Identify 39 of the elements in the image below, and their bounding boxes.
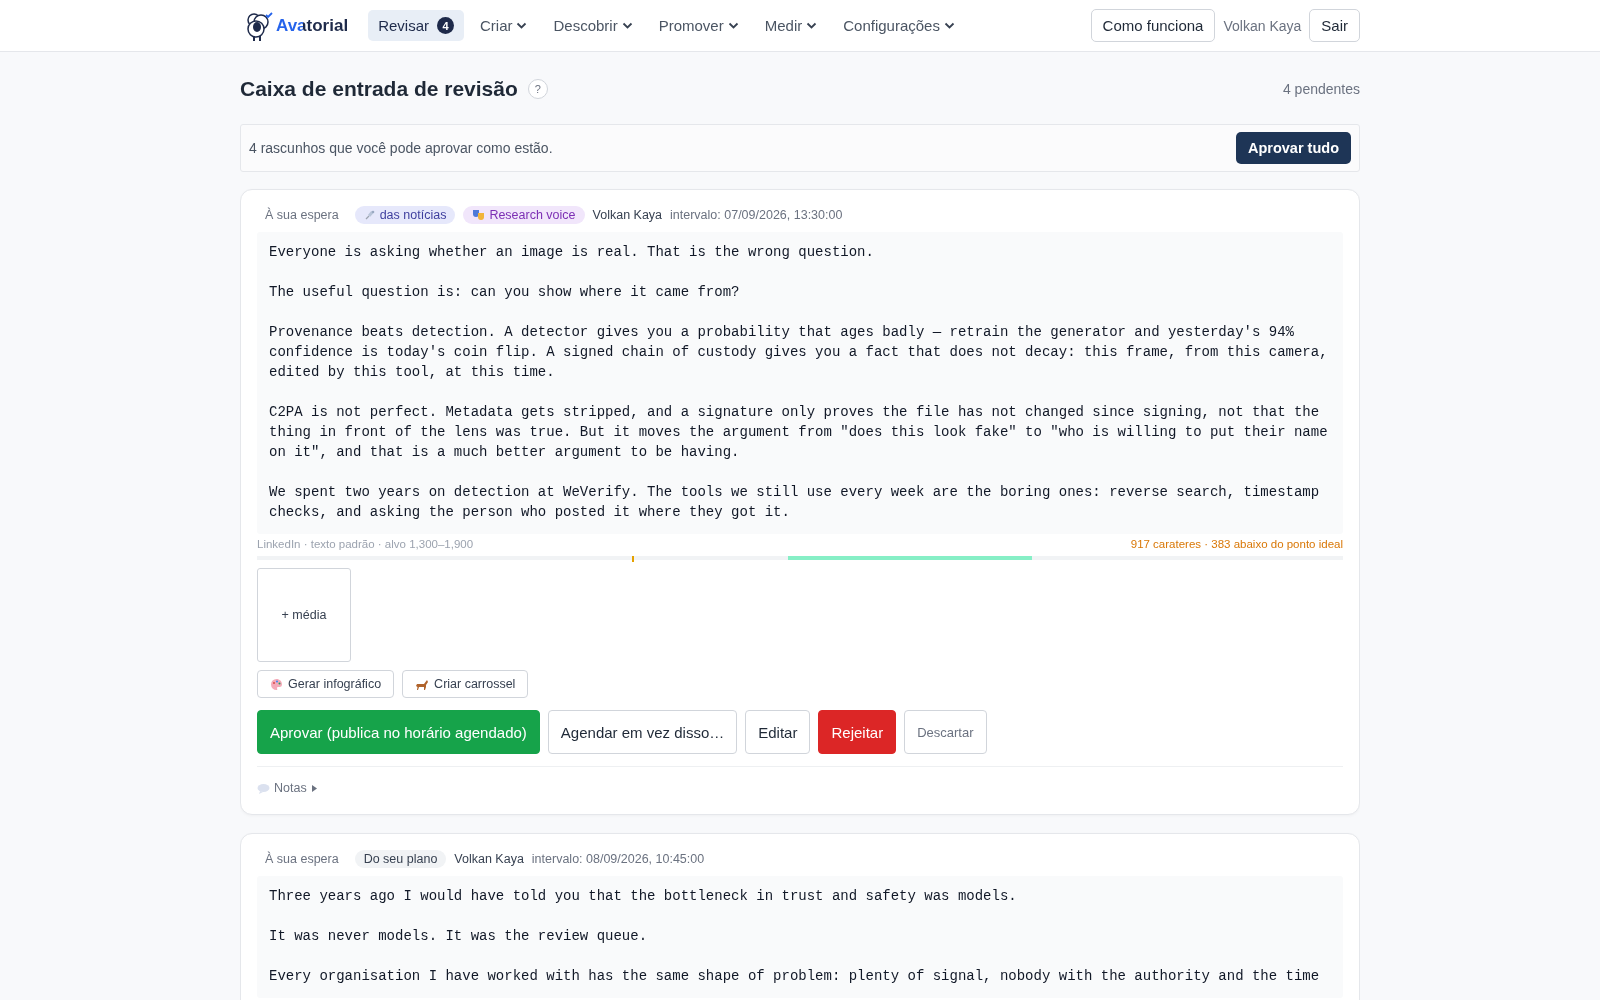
help-button[interactable]: ? bbox=[527, 79, 548, 99]
target-info: LinkedIn · texto padrão · alvo 1,300–1,900 bbox=[257, 538, 474, 550]
nav-tab[interactable]: Descobrir bbox=[543, 10, 643, 41]
nav-tab[interactable]: Criar bbox=[470, 10, 538, 41]
time-slot: intervalo: 07/09/2026, 13:30:00 bbox=[670, 208, 843, 222]
status-label: À sua espera bbox=[265, 208, 339, 222]
approve-all-button[interactable]: Aprovar tudo bbox=[1235, 132, 1351, 164]
speech-bubble-icon bbox=[257, 782, 270, 794]
post-text: Everyone is asking whether an image is real. That is the wrong question. The useful question is: can you show where it came from? Provenance beats detection. A detector gives you a probability that ages badly — retrain the generator and yesterday's 94% confidence is today's coin flip. A signed chain of custody gives you a fact that does not decay: this frame, from this camera, edited by this tool, at this time. C2PA is not perfect. Metadata gets stripped, and a signature only proves the file has not changed since signing, not that the thing in front of the lens was true. But it moves the argument from "does this look fake" to "who is willing to put their name on it", and that is a much better argument to be having. We spent two years on detection at WeVerify. The tools we still use every week are the boring ones: reverse search, timestamp checks, and asking the person who posted it where they got it. bbox=[257, 232, 1343, 534]
palette-icon bbox=[270, 677, 283, 691]
page-title: Caixa de entrada de revisão bbox=[240, 77, 518, 101]
status-label: À sua espera bbox=[265, 851, 339, 866]
author-name: Volkan Kaya bbox=[592, 208, 663, 222]
action-button[interactable]: Agendar em vez disso… bbox=[547, 710, 738, 754]
post-text: Three years ago I would have told you that the bottleneck in trust and safety was models. It was never models. It was the review queue. Every organisation I have worked with has the same shape of problem: plenty of signal, nobody with the authority and the time bbox=[257, 875, 1343, 998]
notes-toggle[interactable]: Notas bbox=[257, 781, 318, 795]
help-button[interactable]: Como funciona bbox=[1090, 9, 1216, 42]
user-name: Volkan Kaya bbox=[1223, 17, 1302, 34]
action-button[interactable]: Editar bbox=[745, 710, 811, 754]
logout-button[interactable]: Sair bbox=[1309, 9, 1360, 42]
author-name: Volkan Kaya bbox=[454, 851, 524, 866]
tag-label: das notícias bbox=[379, 208, 447, 222]
character-count: 917 carateres · 383 abaixo do ponto ideal bbox=[1130, 538, 1343, 550]
masks-icon bbox=[472, 209, 486, 221]
nav-tab[interactable]: Revisar 4 bbox=[368, 10, 464, 41]
banner-text: 4 rascunhos que você pode aprovar como estão. bbox=[249, 140, 553, 156]
tag-label: Research voice bbox=[489, 208, 576, 222]
nav-tab[interactable]: Promover bbox=[648, 10, 749, 41]
tag-label: Do seu plano bbox=[363, 851, 438, 866]
discard-button[interactable]: Descartar bbox=[904, 710, 987, 754]
time-slot: intervalo: 08/09/2026, 10:45:00 bbox=[531, 851, 705, 866]
nav-tab[interactable]: Medir bbox=[754, 10, 828, 41]
nav-tab[interactable]: Configurações bbox=[833, 10, 965, 41]
reject-button[interactable]: Rejeitar bbox=[818, 710, 897, 754]
count-badge: 4 bbox=[437, 17, 454, 34]
pending-count: 4 pendentes bbox=[1282, 81, 1360, 97]
tool-button[interactable]: Gerar infográfico bbox=[257, 670, 395, 698]
tool-button[interactable]: Criar carrossel bbox=[402, 670, 529, 698]
add-media-button[interactable]: + média bbox=[257, 568, 351, 662]
